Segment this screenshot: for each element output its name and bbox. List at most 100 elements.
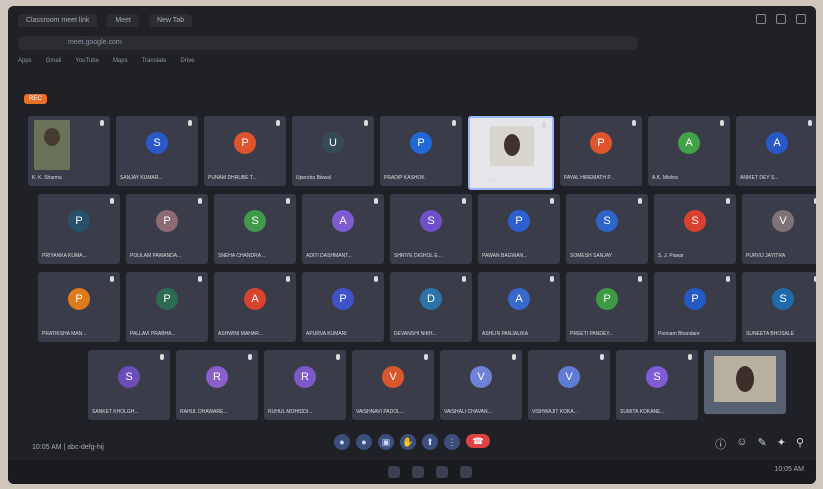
- participant-avatar: R: [206, 365, 228, 388]
- bookmarks-bar: Apps Gmail YouTube Maps Translate Drive: [18, 58, 194, 64]
- participant-name: ANIKET DEY S...: [740, 175, 779, 181]
- mic-muted-icon: [188, 120, 192, 126]
- bookmark-item[interactable]: Apps: [18, 58, 32, 64]
- participant-name: S. J. Pawar: [658, 253, 684, 259]
- meeting-details: 10:05 AM | abc-defg-hij: [32, 444, 104, 451]
- participant-avatar: P: [590, 131, 612, 154]
- participant-tile[interactable]: [704, 350, 786, 414]
- maximize-icon[interactable]: [776, 14, 786, 24]
- participant-name: SNEHA CHANDRA...: [218, 253, 266, 259]
- browser-icon[interactable]: [436, 466, 448, 478]
- participant-tile[interactable]: R RUHUL MOHIDDI...: [264, 350, 346, 420]
- bookmark-item[interactable]: Drive: [180, 58, 194, 64]
- participant-tile[interactable]: S SOMESH SANJAY: [566, 194, 648, 264]
- address-bar[interactable]: meet.google.com: [18, 36, 638, 50]
- mic-muted-icon: [632, 120, 636, 126]
- participant-tile[interactable]: P PALLAVI PRABHA...: [126, 272, 208, 342]
- participant-name: SHRIYE DIGHOL E...: [394, 253, 442, 259]
- minimize-icon[interactable]: [756, 14, 766, 24]
- participant-avatar: V: [382, 365, 404, 388]
- participant-tile[interactable]: A ASHLIN PANJALIKA: [478, 272, 560, 342]
- participant-tile[interactable]: P PRIYANKA KUMA...: [38, 194, 120, 264]
- mic-muted-icon: [374, 276, 378, 282]
- tab-strip: Classroom meet link Meet New Tab: [18, 14, 193, 27]
- participant-tile[interactable]: A ASHWINI MAHAR...: [214, 272, 296, 342]
- address-text: meet.google.com: [68, 39, 122, 46]
- participant-tile[interactable]: P PUNAM DHRUBE T...: [204, 116, 286, 186]
- participant-tile[interactable]: P PAWAN BAGWAN...: [478, 194, 560, 264]
- participant-row: S SANKET KHOLGH... R RAHUL DHAWARE... R RUHUL…: [88, 350, 786, 420]
- participant-tile[interactable]: S SHRIYE DIGHOL E...: [390, 194, 472, 264]
- browser-tab[interactable]: Classroom meet link: [18, 14, 98, 27]
- participant-tile[interactable]: S SANKET KHOLGH...: [88, 350, 170, 420]
- end-call-icon[interactable]: ☎: [466, 434, 490, 448]
- participant-tile[interactable]: P PRADIP KASHOK: [380, 116, 462, 186]
- participant-avatar: P: [684, 287, 706, 310]
- participant-avatar: S: [244, 209, 266, 232]
- participant-name: PRADIP KASHOK: [384, 175, 425, 181]
- participant-name: RUHUL MOHIDDI...: [268, 409, 313, 415]
- close-icon[interactable]: [796, 14, 806, 24]
- camera-icon[interactable]: ●: [356, 434, 372, 450]
- activities-icon[interactable]: ✦: [777, 436, 786, 452]
- participant-tile[interactable]: A A.K. Mishra: [648, 116, 730, 186]
- participant-row: K. K. Sharma S SANJAY KUMAR... P PUNAM DHRUB…: [28, 116, 816, 190]
- people-icon[interactable]: ☺: [736, 436, 747, 452]
- participant-avatar: S: [772, 287, 794, 310]
- participant-tile[interactable]: P PAYAL HIREMATH P...: [560, 116, 642, 186]
- mic-muted-icon: [638, 276, 642, 282]
- participant-tile[interactable]: S SUNEETA BHOSALE: [742, 272, 816, 342]
- bookmark-item[interactable]: YouTube: [75, 58, 99, 64]
- participant-tile[interactable]: R RAHUL DHAWARE...: [176, 350, 258, 420]
- chat-icon[interactable]: ✎: [758, 436, 767, 452]
- participant-tile[interactable]: Pr... (You): [468, 116, 554, 190]
- raise-hand-icon[interactable]: ✋: [400, 434, 416, 450]
- participant-avatar: P: [156, 209, 178, 232]
- participant-name: POULAM PAWANDA...: [130, 253, 182, 259]
- browser-tab[interactable]: Meet: [107, 14, 139, 27]
- participant-tile[interactable]: S SANJAY KUMAR...: [116, 116, 198, 186]
- search-icon[interactable]: [412, 466, 424, 478]
- bookmark-item[interactable]: Gmail: [46, 58, 62, 64]
- participant-tile[interactable]: S SUMITA KOKANE...: [616, 350, 698, 420]
- bookmark-item[interactable]: Translate: [142, 58, 167, 64]
- call-toolbar: ● ● ▣ ✋ ⬆ ⋮ ☎: [334, 434, 490, 450]
- participant-tile[interactable]: P PREETI PANDEY...: [566, 272, 648, 342]
- info-icon[interactable]: ⓘ: [715, 436, 726, 452]
- files-icon[interactable]: [460, 466, 472, 478]
- participant-tile[interactable]: P PRATIKSHA MAN...: [38, 272, 120, 342]
- participant-video: [34, 120, 70, 170]
- participant-avatar: R: [294, 365, 316, 388]
- browser-tab[interactable]: New Tab: [148, 14, 193, 27]
- participant-tile[interactable]: A ADITI DASHMANT...: [302, 194, 384, 264]
- participant-tile[interactable]: K. K. Sharma: [28, 116, 110, 186]
- mic-muted-icon: [542, 122, 546, 128]
- participant-tile[interactable]: D DEVANSHI NIKH...: [390, 272, 472, 342]
- participant-tile[interactable]: P APURVA KUMARI: [302, 272, 384, 342]
- participant-tile[interactable]: V VAISHALI CHAVAN...: [440, 350, 522, 420]
- participant-tile[interactable]: U Upendra Biswal: [292, 116, 374, 186]
- participant-tile[interactable]: P POULAM PAWANDA...: [126, 194, 208, 264]
- lock-icon[interactable]: ⚲: [796, 436, 804, 452]
- participant-avatar: S: [684, 209, 706, 232]
- participant-name: SOMESH SANJAY: [570, 253, 613, 259]
- captions-icon[interactable]: ▣: [378, 434, 394, 450]
- participant-tile[interactable]: V VISHWAJIT KOKA...: [528, 350, 610, 420]
- participant-tile[interactable]: P Poonam Bhandare: [654, 272, 736, 342]
- participant-tile[interactable]: A ANIKET DEY S...: [736, 116, 816, 186]
- participant-tile[interactable]: V VAISHNAVI PADOL...: [352, 350, 434, 420]
- participant-name: SUMITA KOKANE...: [620, 409, 665, 415]
- participant-avatar: U: [322, 131, 344, 154]
- participant-tile[interactable]: V PURVIJ JAYITRA: [742, 194, 816, 264]
- bookmark-item[interactable]: Maps: [113, 58, 128, 64]
- participant-name: VAISHNAVI PADOL...: [356, 409, 405, 415]
- start-icon[interactable]: [388, 466, 400, 478]
- more-icon[interactable]: ⋮: [444, 434, 460, 450]
- participant-name: DEVANSHI NIKH...: [394, 331, 437, 337]
- present-icon[interactable]: ⬆: [422, 434, 438, 450]
- participant-tile[interactable]: S S. J. Pawar: [654, 194, 736, 264]
- mic-icon[interactable]: ●: [334, 434, 350, 450]
- participant-name: Pr... (You): [474, 177, 497, 183]
- participant-tile[interactable]: S SNEHA CHANDRA...: [214, 194, 296, 264]
- mic-muted-icon: [364, 120, 368, 126]
